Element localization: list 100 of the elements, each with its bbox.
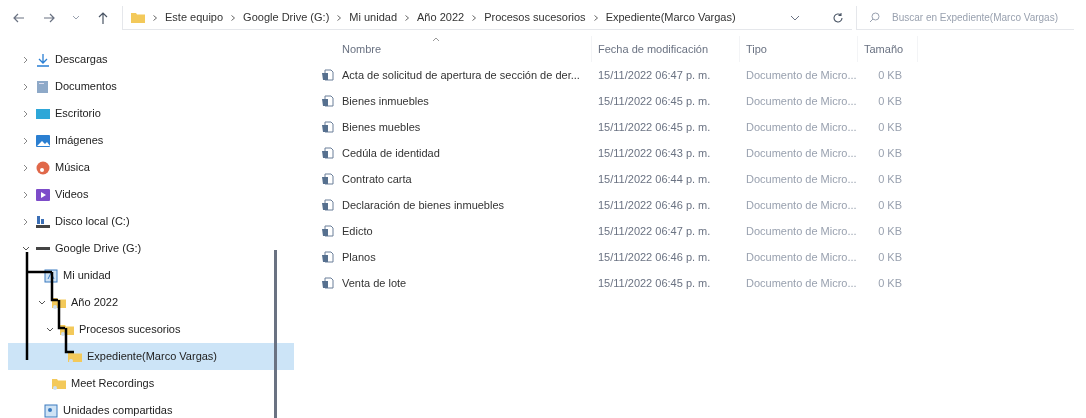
document-icon	[322, 69, 334, 81]
table-cell-text: Documento de Micro...	[745, 249, 858, 265]
tree-item[interactable]: Expediente(Marco Vargas)	[8, 343, 294, 370]
table-cell-text: Documento de Micro...	[745, 223, 858, 239]
table-cell-text: Documento de Micro...	[745, 67, 858, 83]
up-arrow-icon[interactable]	[96, 11, 110, 25]
table-cell-text: Documento de Micro...	[745, 93, 858, 109]
chevron-right-icon[interactable]	[22, 109, 30, 118]
table-cell-text: 15/11/2022 06:45 p. m.	[597, 93, 712, 109]
tree-item[interactable]: Documentos	[8, 73, 294, 100]
table-cell-text: Documento de Micro...	[745, 119, 858, 135]
tree-item[interactable]: Google Drive (G:)	[8, 235, 294, 262]
breadcrumb-item[interactable]: Este equipo	[165, 9, 224, 26]
chevron-right-icon	[231, 14, 236, 21]
column-header[interactable]: Fecha de modificación	[592, 36, 740, 62]
tree-item[interactable]: Mi unidad	[8, 262, 294, 289]
document-icon	[322, 173, 334, 185]
document-icon	[322, 199, 334, 211]
chevron-down-icon[interactable]	[46, 325, 54, 334]
document-icon	[322, 251, 334, 263]
table-cell-text: Documento de Micro...	[745, 145, 858, 161]
forward-icon[interactable]	[42, 11, 56, 25]
folder-icon	[52, 376, 66, 391]
table-cell-text: 15/11/2022 06:46 p. m.	[597, 249, 712, 265]
table-cell-text: 0 KB	[877, 145, 902, 161]
tree-item[interactable]: Imágenes	[8, 127, 294, 154]
chevron-right-icon	[337, 14, 342, 21]
table-cell-text: Bienes inmuebles	[342, 93, 430, 109]
chevron-right-icon[interactable]	[22, 136, 30, 145]
table-cell-text: Documento de Micro...	[745, 197, 858, 213]
table-cell-text: Documento de Micro...	[745, 171, 858, 187]
chevron-down-icon[interactable]	[22, 244, 30, 253]
folder-icon	[131, 12, 145, 23]
breadcrumb-item[interactable]: Google Drive (G:)	[243, 9, 330, 26]
tree-item[interactable]: Procesos sucesorios	[8, 316, 294, 343]
table-cell-text: 15/11/2022 06:45 p. m.	[597, 275, 712, 291]
scrollbar-thumb[interactable]	[274, 250, 277, 418]
table-cell-text: Declaración de bienes inmuebles	[342, 197, 506, 213]
table-cell-text: Bienes muebles	[342, 119, 422, 135]
annotation-line	[64, 328, 74, 354]
table-cell-text: Acta de solicitud de apertura de sección de der...	[342, 67, 581, 83]
table-cell-text: 15/11/2022 06:43 p. m.	[597, 145, 712, 161]
refresh-icon[interactable]	[832, 11, 844, 24]
chevron-right-icon[interactable]	[22, 82, 30, 91]
document-icon	[322, 95, 334, 107]
video-icon	[36, 187, 50, 202]
table-cell-text: 15/11/2022 06:45 p. m.	[597, 119, 712, 135]
tree-item[interactable]: Descargas	[8, 46, 294, 73]
chevron-right-icon	[472, 14, 477, 21]
table-cell-text: 0 KB	[877, 171, 902, 187]
breadcrumb-item[interactable]: Expediente(Marco Vargas)	[605, 9, 736, 26]
search-field[interactable]: Buscar en Expediente(Marco Vargas)	[892, 10, 1074, 25]
table-cell-text: Cedúla de identidad	[342, 145, 441, 161]
chevron-right-icon[interactable]	[22, 217, 30, 226]
table-cell-text: 15/11/2022 06:47 p. m.	[597, 223, 712, 239]
chevron-right-icon[interactable]	[22, 55, 30, 64]
folder-icon	[60, 322, 74, 337]
tree-item[interactable]: Videos	[8, 181, 294, 208]
chevron-right-icon	[153, 14, 157, 21]
shared-drive-icon	[44, 403, 58, 418]
search-icon	[869, 12, 880, 23]
chevron-right-icon[interactable]	[22, 163, 30, 172]
tree-item[interactable]: Disco local (C:)	[8, 208, 294, 235]
back-icon[interactable]	[12, 11, 26, 25]
chevron-right-icon	[593, 14, 598, 21]
table-cell-text: 0 KB	[877, 223, 902, 239]
table-cell-text: 0 KB	[877, 93, 902, 109]
chevron-right-icon[interactable]	[22, 190, 30, 199]
table-cell-text: 0 KB	[877, 197, 902, 213]
sort-caret-icon	[432, 37, 440, 42]
tree-item[interactable]: Música	[8, 154, 294, 181]
table-cell-text: Contrato carta	[342, 171, 413, 187]
desktop-icon	[36, 106, 50, 121]
document-icon	[322, 147, 334, 159]
table-cell-text: 0 KB	[877, 275, 902, 291]
disk-icon	[36, 214, 50, 229]
address-bar[interactable]: Este equipo Google Drive (G:) Mi unidad Año 2022 Procesos sucesorios Expediente(Marco Vargas)	[122, 6, 852, 30]
tree-item[interactable]: Año 2022	[8, 289, 294, 316]
table-cell-text: Edicto	[342, 223, 374, 239]
chevron-right-icon	[405, 14, 409, 21]
document-icon	[322, 121, 334, 133]
table-cell-text: 0 KB	[877, 119, 902, 135]
column-header[interactable]: Nombre	[322, 36, 592, 62]
breadcrumb-item[interactable]: Procesos sucesorios	[484, 9, 586, 26]
table-cell-text: 0 KB	[877, 67, 902, 83]
chevron-down-icon[interactable]	[38, 298, 46, 307]
music-icon	[36, 160, 50, 175]
breadcrumb-item[interactable]: Año 2022	[417, 9, 465, 26]
table-cell-text: 0 KB	[877, 249, 902, 265]
table-cell-text: 15/11/2022 06:46 p. m.	[597, 197, 712, 213]
table-cell-text: 15/11/2022 06:44 p. m.	[597, 171, 712, 187]
table-cell-text: Venta de lote	[342, 275, 408, 291]
column-header[interactable]: Tamaño	[858, 36, 918, 62]
column-header[interactable]: Tipo	[740, 36, 858, 62]
breadcrumb-item[interactable]: Mi unidad	[349, 9, 397, 26]
drive-icon	[36, 247, 50, 250]
tree-item[interactable]: Meet Recordings	[8, 370, 294, 397]
folder-icon	[52, 295, 66, 310]
tree-item[interactable]: Escritorio	[8, 100, 294, 127]
tree-item[interactable]: Unidades compartidas	[8, 397, 294, 418]
